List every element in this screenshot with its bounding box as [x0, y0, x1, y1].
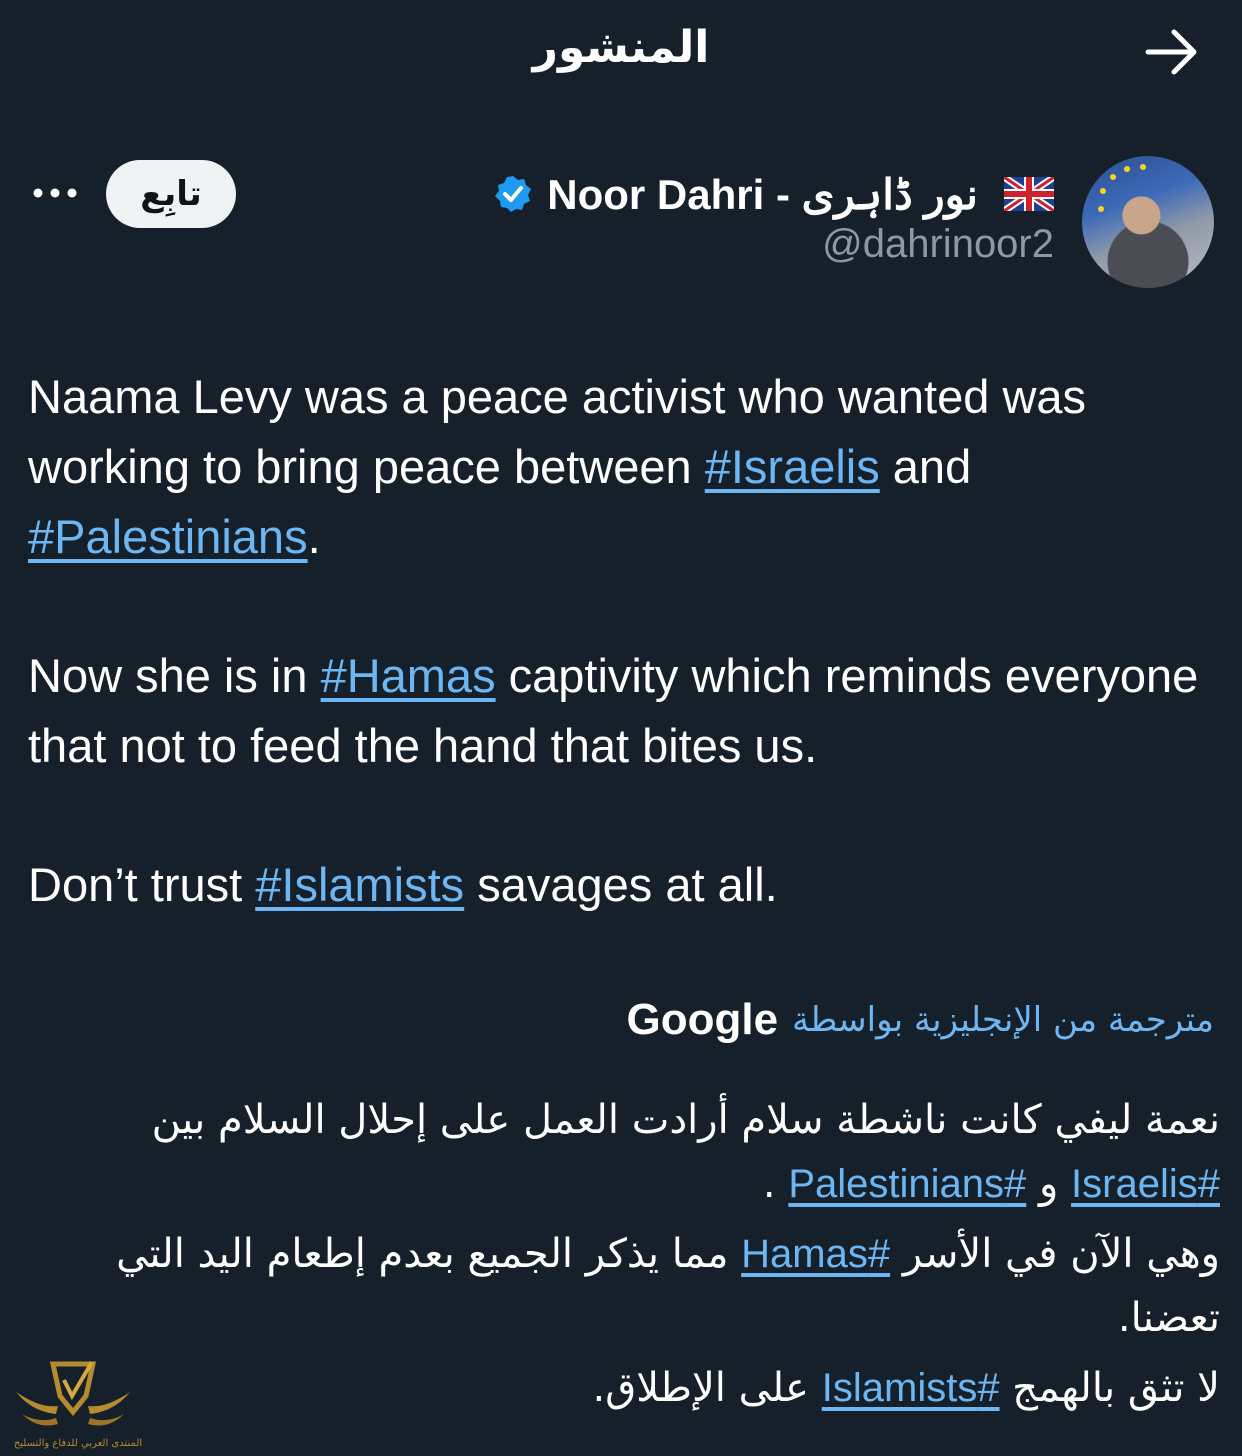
- follow-button[interactable]: تابِع: [106, 160, 236, 228]
- eu-star-icon: [1100, 188, 1106, 194]
- tweet-text: Naama Levy was a peace activist who want…: [28, 362, 1218, 989]
- eu-star-icon: [1140, 164, 1146, 170]
- translation-text-segment: نعمة ليفي كانت ناشطة سلام أرادت العمل عل…: [151, 1097, 1220, 1143]
- tweet-paragraph: Naama Levy was a peace activist who want…: [28, 362, 1218, 572]
- hashtag-link[interactable]: #Israelis: [705, 440, 880, 493]
- back-arrow-icon[interactable]: [1144, 26, 1200, 78]
- more-options-icon[interactable]: [30, 178, 80, 208]
- translation-text-segment: لا تثق بالهمج: [999, 1365, 1220, 1411]
- google-logo: Google: [626, 995, 779, 1044]
- translation-attribution: مترجمة من الإنجليزية بواسطة Google: [626, 990, 1214, 1050]
- tweet-text-segment: Don’t trust: [28, 858, 256, 911]
- hashtag-link[interactable]: #Israelis: [1071, 1162, 1220, 1206]
- translation-text-segment: على الإطلاق.: [592, 1365, 822, 1411]
- translated-by-link[interactable]: مترجمة من الإنجليزية بواسطة: [792, 1000, 1214, 1040]
- eu-star-icon: [1098, 206, 1104, 212]
- tweet-text-segment: Now she is in: [28, 649, 321, 702]
- translation-text-segment: و: [1026, 1161, 1072, 1207]
- tweet-text-segment: and: [879, 440, 972, 493]
- hashtag-link[interactable]: #Islamists: [255, 858, 464, 911]
- translated-text: نعمة ليفي كانت ناشطة سلام أرادت العمل عل…: [30, 1088, 1220, 1426]
- name-line[interactable]: Noor Dahri - نور ڈاہری: [493, 166, 1054, 222]
- watermark-text: المنتدى العربي للدفاع والتسليح: [13, 1438, 143, 1449]
- eu-star-icon: [1110, 174, 1116, 180]
- watermark-logo: المنتدى العربي للدفاع والتسليح: [8, 1356, 142, 1456]
- translation-paragraph: وهي الآن في الأسر #Hamas مما يذكر الجميع…: [30, 1222, 1220, 1350]
- user-handle[interactable]: @dahrinoor2: [822, 222, 1054, 267]
- translation-text-segment: .: [762, 1161, 789, 1207]
- hashtag-link[interactable]: #Palestinians: [28, 510, 308, 563]
- verified-badge-icon: [495, 176, 532, 212]
- hashtag-link[interactable]: #Hamas: [321, 649, 496, 702]
- translation-paragraph: نعمة ليفي كانت ناشطة سلام أرادت العمل عل…: [30, 1088, 1220, 1216]
- page-title: المنشور: [532, 22, 710, 73]
- display-name[interactable]: Noor Dahri - نور ڈاہری: [547, 170, 978, 219]
- tweet-paragraph: Now she is in #Hamas captivity which rem…: [28, 641, 1218, 781]
- uk-flag-icon: [1004, 177, 1054, 211]
- author-row: Noor Dahri - نور ڈاہری @dahrinoor2 تابِع: [0, 150, 1242, 300]
- top-bar: المنشور: [0, 0, 1242, 110]
- tweet-text-segment: .: [307, 510, 321, 563]
- tweet-text-segment: savages at all.: [464, 858, 778, 911]
- translation-text-segment: وهي الآن في الأسر: [890, 1231, 1220, 1277]
- hashtag-link[interactable]: #Islamists: [822, 1366, 1000, 1410]
- avatar[interactable]: [1082, 156, 1214, 288]
- translation-paragraph: لا تثق بالهمج #Islamists على الإطلاق.: [30, 1356, 1220, 1420]
- tweet-paragraph: Don’t trust #Islamists savages at all.: [28, 850, 1218, 920]
- eu-star-icon: [1124, 166, 1130, 172]
- shield-wings-icon: [16, 1360, 130, 1426]
- hashtag-link[interactable]: #Palestinians: [788, 1162, 1026, 1206]
- hashtag-link[interactable]: #Hamas: [741, 1232, 890, 1276]
